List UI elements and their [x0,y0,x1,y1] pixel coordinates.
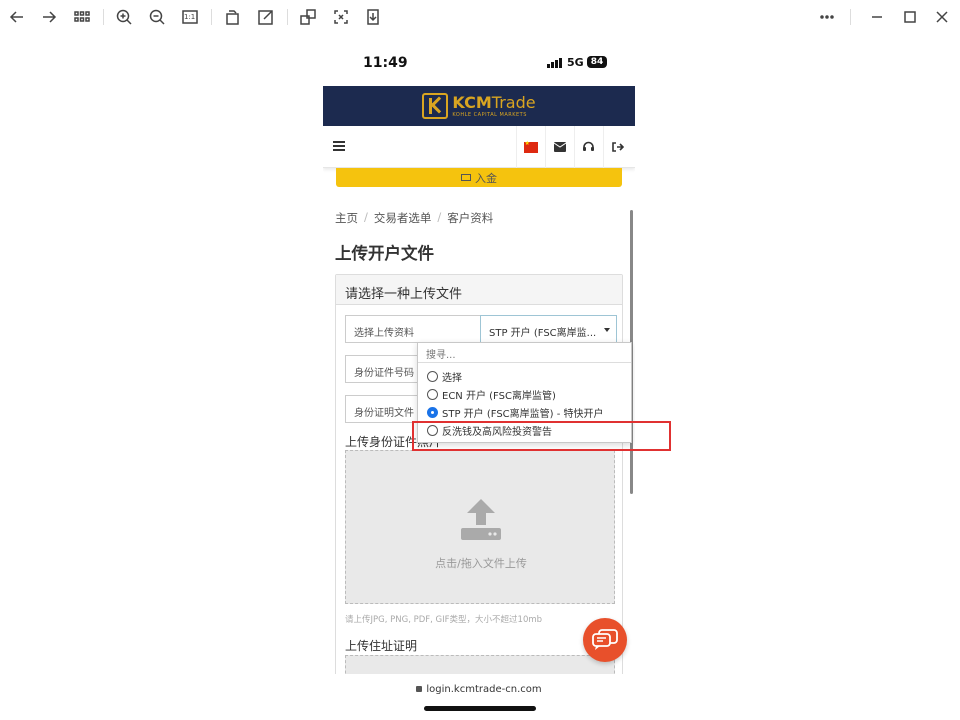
chat-button[interactable] [583,618,627,662]
language-button[interactable] [516,126,544,168]
dropdown-option-ecn[interactable]: ECN 开户 (FSC离岸监管) [427,386,556,402]
id-photo-dropzone[interactable]: 点击/拖入文件上传 [345,450,615,604]
grid-icon[interactable] [71,6,93,28]
id-document-label: 身份证明文件 [354,408,414,419]
viewer-toolbar: 1:1 [0,0,960,34]
logout-button[interactable] [603,126,631,168]
credit-card-icon [461,174,471,181]
chevron-down-icon [604,328,610,332]
minimize-icon[interactable] [866,6,888,28]
battery-level: 84 [590,57,604,67]
status-time: 11:49 [363,55,408,71]
dropzone-text: 点击/拖入文件上传 [435,557,527,570]
kcm-logo-icon [422,93,449,119]
forward-arrow-icon[interactable] [38,6,60,28]
home-indicator[interactable] [424,706,536,711]
fit-icon[interactable] [330,6,352,28]
breadcrumb: 主页 / 交易者选单 / 客户资料 [335,210,493,226]
zoom-out-icon[interactable] [146,6,168,28]
download-icon[interactable] [362,6,384,28]
upload-hint: 请上传JPG, PNG, PDF, GIF类型，大小不超过10mb [345,615,543,625]
actual-size-label: 1:1 [184,13,196,21]
radio-icon [427,370,438,382]
breadcrumb-separator: / [437,210,442,224]
radio-icon [427,388,438,400]
crop-icon[interactable] [297,6,319,28]
deposit-label: 入金 [475,171,497,185]
dropdown-option-select[interactable]: 选择 [427,368,462,384]
option-label: ECN 开户 (FSC离岸监管) [442,390,556,402]
url-text[interactable]: login.kcmtrade-cn.com [426,684,541,695]
upload-type-label: 选择上传资料 [354,328,414,339]
page-title: 上传开户文件 [335,244,434,263]
network-label: 5G [567,56,584,69]
phone-screen: 11:49 5G 84 KCMTrade KOHLE CAPITAL MARKE… [323,34,635,720]
brand-name[interactable]: KCMTrade [452,92,536,112]
mail-icon [553,142,566,152]
support-icon [583,141,594,151]
logout-icon [611,142,624,152]
maximize-icon[interactable] [899,6,921,28]
browser-url-bar: login.kcmtrade-cn.com [323,674,635,720]
chat-icon [592,629,618,650]
upload-icon [461,499,501,540]
close-icon[interactable] [931,6,953,28]
address-proof-dropzone[interactable] [345,655,615,674]
support-button[interactable] [574,126,602,168]
back-arrow-icon[interactable] [6,6,28,28]
actual-size-icon[interactable]: 1:1 [179,6,201,28]
panel-heading: 请选择一种上传文件 [336,275,622,305]
more-icon[interactable] [816,6,838,28]
upload-type-select[interactable]: STP 开户 (FSC离岸监... [480,315,617,343]
mail-button[interactable] [545,126,573,168]
brand-name-bold: KCM [452,92,492,112]
status-bar: 11:49 5G 84 [323,34,635,86]
menu-icon[interactable] [333,141,345,151]
breadcrumb-client-info: 客户资料 [447,211,494,225]
brand-name-light: Trade [491,92,536,112]
rotate-icon[interactable] [222,6,244,28]
id-number-label: 身份证件号码 [354,368,414,379]
upload-address-label: 上传住址证明 [345,639,418,653]
deposit-button[interactable]: 入金 [336,168,622,187]
highlight-box [412,421,671,451]
battery-icon: 84 [587,56,607,68]
breadcrumb-separator: / [364,210,368,224]
breadcrumb-trader-menu[interactable]: 交易者选单 [374,210,432,226]
option-label: STP 开户 (FSC离岸监管) - 特快开户 [442,408,604,420]
upload-type-value: STP 开户 (FSC离岸监... [489,328,597,339]
brand-tagline: KOHLE CAPITAL MARKETS [452,111,527,118]
signal-icon [547,58,562,68]
edit-icon[interactable] [255,6,277,28]
upload-type-field: 选择上传资料 STP 开户 (FSC离岸监... [345,315,617,343]
dropdown-search-input[interactable]: 搜寻... [418,343,631,363]
dropdown-option-stp[interactable]: STP 开户 (FSC离岸监管) - 特快开户 [427,404,604,420]
zoom-in-icon[interactable] [113,6,135,28]
nav-bar [323,126,635,168]
option-label: 选择 [442,372,462,384]
radio-selected-icon [427,406,438,418]
breadcrumb-home[interactable]: 主页 [335,210,358,226]
brand-header: KCMTrade KOHLE CAPITAL MARKETS [323,86,635,126]
upload-panel: 请选择一种上传文件 选择上传资料 STP 开户 (FSC离岸监... 身份证件号… [335,274,623,674]
lock-icon [416,686,423,692]
china-flag-icon [523,140,538,153]
